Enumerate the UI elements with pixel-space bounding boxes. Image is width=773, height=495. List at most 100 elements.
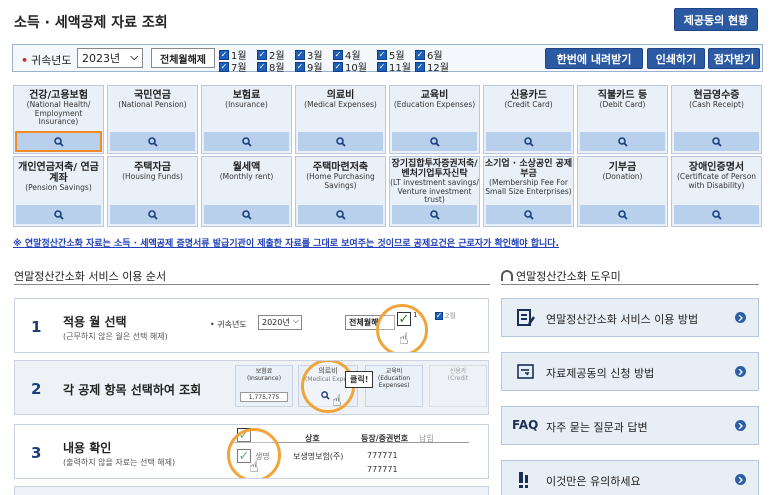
search-button-pension-savings[interactable] xyxy=(16,205,101,224)
search-button-health-insurance[interactable] xyxy=(15,131,102,152)
search-icon xyxy=(523,136,534,147)
search-icon xyxy=(53,209,64,220)
step-title: 내용 확인 xyxy=(63,441,112,455)
search-button-home-purchasing-savings[interactable] xyxy=(298,205,383,224)
mock-year-select: 2020년 ⌵ xyxy=(258,315,302,330)
chevron-right-icon xyxy=(735,366,746,377)
card-credit-card: 신용카드 (Credit Card) xyxy=(483,85,574,154)
mock-checkbox: ✓ xyxy=(435,311,443,320)
search-button-credit-card[interactable] xyxy=(486,132,571,151)
step-subtitle: (근무하지 않은 월은 선택 해제) xyxy=(63,332,168,341)
card-pension-savings: 개인연금저축/ 연금계좌 (Pension Savings) xyxy=(13,156,104,227)
search-icon xyxy=(321,391,330,402)
search-icon xyxy=(53,136,64,147)
braille-button[interactable]: 점자받기 xyxy=(708,48,760,69)
month-11[interactable]: ✓ 11월 xyxy=(377,59,411,74)
release-all-months-button[interactable]: 전체월해제 xyxy=(151,48,215,68)
headset-icon xyxy=(501,270,513,281)
search-icon xyxy=(241,136,252,147)
mock-year-label: • 귀속년도 xyxy=(210,320,247,329)
search-button-monthly-rent[interactable] xyxy=(204,205,289,224)
search-button-debit-card[interactable] xyxy=(580,132,665,151)
search-button-disability-certificate[interactable] xyxy=(674,205,759,224)
checkbox-icon: ✓ xyxy=(219,49,229,60)
checkbox-icon: ✓ xyxy=(377,61,387,72)
step-1: 1 적용 월 선택 (근무하지 않은 월은 선택 해제) • 귀속년도 2020… xyxy=(14,298,489,353)
card-lt-investment: 장기집합투자증권저축/ 벤처기업투자신탁 (LT investment savin… xyxy=(389,156,480,227)
search-icon xyxy=(147,136,158,147)
card-cash-receipt: 현금영수증 (Cash Receipt) xyxy=(671,85,762,154)
search-icon xyxy=(711,209,722,220)
notice-link[interactable]: ※ 연말정산간소화 자료는 소득 · 세액공제 증명서류 발급기관이 제출한 자… xyxy=(13,236,559,249)
click-tooltip: 클릭! xyxy=(345,371,374,388)
page-title: 소득 · 세액공제 자료 조회 xyxy=(14,15,168,31)
checkbox-icon: ✓ xyxy=(397,311,411,327)
search-icon xyxy=(617,136,628,147)
search-button-lt-investment[interactable] xyxy=(392,205,477,224)
search-button-education-expenses[interactable] xyxy=(392,132,477,151)
month-checkboxes: ✓ 1월 ✓ 7월 ✓ 2월 ✓ 8월 ✓ 3월 ✓ 9월 ✓ 4월 ✓ 10월 ✓ 5월 ✓ 11… xyxy=(219,46,459,74)
exclamation-icon xyxy=(516,470,536,494)
month-9[interactable]: ✓ 9월 xyxy=(295,59,323,74)
search-icon xyxy=(429,209,440,220)
mock-education-card: 교육비 (Education Expenses) xyxy=(365,365,423,407)
help-item-caution[interactable]: 이것만은 유의하세요 xyxy=(501,460,759,495)
year-select[interactable]: 2023년 ⌵ xyxy=(77,48,143,68)
step-title: 각 공제 항목 선택하여 조회 xyxy=(63,383,202,397)
mock-checkbox: ✓ xyxy=(397,312,411,326)
step-subtitle: (출력하지 않을 자료는 선택 해제) xyxy=(63,458,176,467)
search-icon xyxy=(241,209,252,220)
chevron-right-icon xyxy=(735,420,746,431)
year-label: • 귀속년도 xyxy=(21,54,72,67)
mock-credit-card: 신용카 (Credit xyxy=(429,365,487,407)
search-button-insurance[interactable] xyxy=(204,132,289,151)
help-item-faq[interactable]: FAQ 자주 묻는 질문과 답변 xyxy=(501,406,759,445)
search-button-donation[interactable] xyxy=(580,205,665,224)
filter-bar: • 귀속년도 2023년 ⌵ 전체월해제 ✓ 1월 ✓ 7월 ✓ 2월 ✓ 8월 ✓ 3월 … xyxy=(12,44,763,74)
search-icon xyxy=(711,136,722,147)
search-button-housing-funds[interactable] xyxy=(110,205,195,224)
step-2: 2 각 공제 항목 선택하여 조회 보험료 (Insurance) 1,775,7… xyxy=(14,360,489,415)
search-icon xyxy=(617,209,628,220)
divider xyxy=(501,284,759,285)
month-12[interactable]: ✓ 12월 xyxy=(415,59,449,74)
card-monthly-rent: 월세액 (Monthly rent) xyxy=(201,156,292,227)
help-item-consent-guide[interactable]: 자료제공동의 신청 방법 xyxy=(501,352,759,391)
card-disability-certificate: 장애인증명서 (Certificate of Person with Disabi… xyxy=(671,156,762,227)
month-10[interactable]: ✓ 10월 xyxy=(333,59,367,74)
consent-status-button[interactable]: 제공동의 현황 xyxy=(674,8,758,31)
month-8[interactable]: ✓ 8월 xyxy=(257,59,285,74)
month-7[interactable]: ✓ 7월 xyxy=(219,59,247,74)
checkbox-icon: ✓ xyxy=(219,61,229,72)
cursor-hand-icon: ☝ xyxy=(332,391,342,410)
faq-icon: FAQ xyxy=(512,418,539,432)
search-icon xyxy=(335,136,346,147)
checkbox-icon: ✓ xyxy=(415,61,425,72)
steps-section-title: 연말정산간소화 서비스 이용 순서 xyxy=(14,270,167,283)
step-number: 1 xyxy=(31,318,42,336)
card-education-expenses: 교육비 (Education Expenses) xyxy=(389,85,480,154)
checkbox-icon: ✓ xyxy=(415,49,425,60)
help-section-title: 연말정산간소화 도우미 xyxy=(501,268,621,284)
step-4 xyxy=(14,486,489,495)
chevron-right-icon xyxy=(735,312,746,323)
checkbox-icon: ✓ xyxy=(333,49,343,60)
chevron-down-icon: ⌵ xyxy=(292,316,299,325)
help-item-usage-guide[interactable]: 연말정산간소화 서비스 이용 방법 xyxy=(501,298,759,337)
card-donation: 기부금 (Donation) xyxy=(577,156,668,227)
document-icon xyxy=(516,362,536,386)
card-debit-card: 직불카드 등 (Debit Card) xyxy=(577,85,668,154)
step-3: 3 내용 확인 (출력하지 않을 자료는 선택 해제) ✓ 상호 등장/증권번호… xyxy=(14,424,489,479)
search-icon xyxy=(147,209,158,220)
checkbox-icon: ✓ xyxy=(333,61,343,72)
checkbox-icon: ✓ xyxy=(257,61,267,72)
search-button-national-pension[interactable] xyxy=(110,132,195,151)
checkbox-icon: ✓ xyxy=(295,61,305,72)
search-button-cash-receipt[interactable] xyxy=(674,132,759,151)
search-button-small-enterprise[interactable] xyxy=(486,205,571,224)
step-number: 2 xyxy=(31,380,42,398)
card-housing-funds: 주택자금 (Housing Funds) xyxy=(107,156,198,227)
download-all-button[interactable]: 한번에 내려받기 xyxy=(545,48,643,69)
search-button-medical-expenses[interactable] xyxy=(298,132,383,151)
print-button[interactable]: 인쇄하기 xyxy=(647,48,705,69)
